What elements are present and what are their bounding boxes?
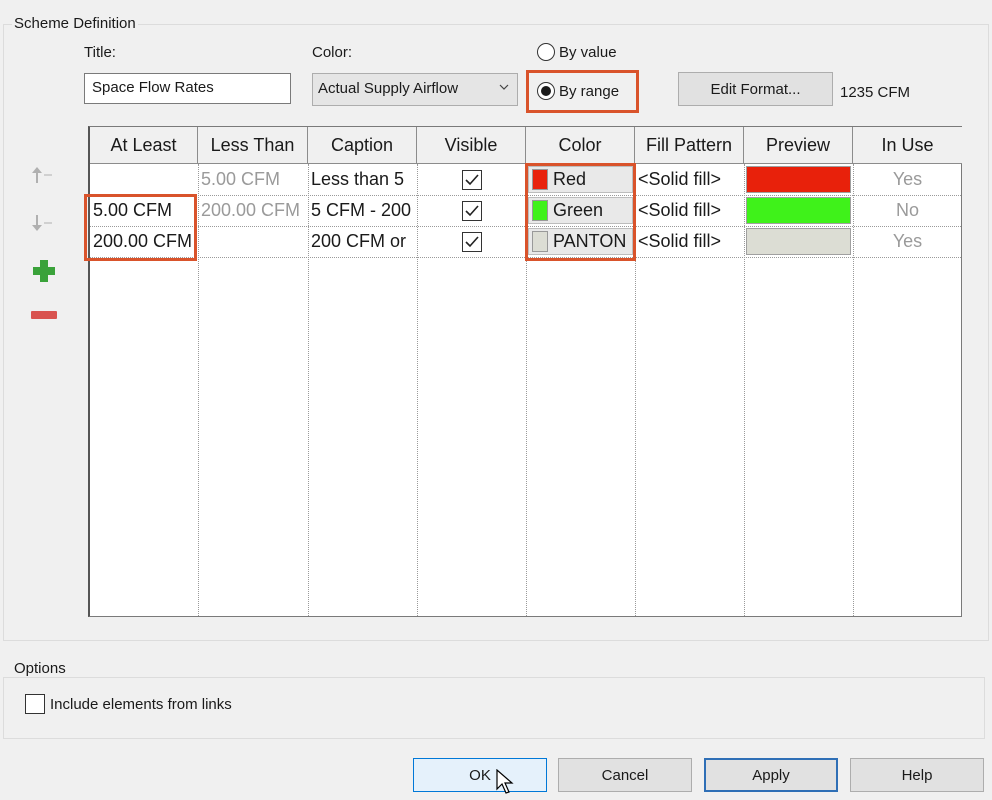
cell-visible: [417, 164, 526, 195]
cell-fill-pattern[interactable]: <Solid fill>: [635, 226, 744, 257]
color-button-panton[interactable]: PANTON: [528, 228, 633, 255]
cell-at-least[interactable]: 200.00 CFM: [90, 226, 198, 257]
by-value-radio-dot: [537, 43, 555, 61]
grid-line: [526, 164, 527, 616]
cell-in-use: Yes: [892, 169, 923, 189]
move-down-icon[interactable]: [28, 211, 60, 235]
cell-visible: [417, 226, 526, 257]
checkmark-icon: [464, 235, 479, 247]
grid-line: [744, 164, 745, 616]
by-value-radio[interactable]: By value: [537, 43, 617, 61]
preview-swatch: [746, 197, 851, 224]
color-button-green[interactable]: Green: [528, 197, 633, 224]
by-value-label: By value: [559, 43, 617, 61]
grid-line: [90, 257, 961, 258]
options-label: Options: [12, 660, 68, 677]
header-in-use[interactable]: In Use: [853, 127, 962, 164]
cell-at-least[interactable]: 5.00 CFM: [90, 195, 198, 226]
color-swatch: [532, 200, 548, 221]
header-preview[interactable]: Preview: [744, 127, 853, 164]
visible-checkbox[interactable]: [461, 169, 482, 190]
by-range-label: By range: [559, 82, 620, 100]
format-sample-text: 1235 CFM: [840, 84, 911, 101]
color-parameter-value: Actual Supply Airflow: [318, 80, 459, 97]
visible-checkbox[interactable]: [461, 231, 482, 252]
header-color[interactable]: Color: [526, 127, 635, 164]
checkmark-icon: [464, 173, 479, 185]
cell-caption[interactable]: Less than 5: [308, 164, 417, 195]
preview-swatch: [746, 228, 851, 255]
preview-swatch: [746, 166, 851, 193]
header-fill-pattern[interactable]: Fill Pattern: [635, 127, 744, 164]
edit-format-button[interactable]: Edit Format...: [678, 72, 833, 106]
range-table: At Least Less Than Caption Visible Color…: [88, 126, 962, 617]
cell-fill-pattern[interactable]: <Solid fill>: [635, 164, 744, 195]
by-range-radio[interactable]: By range: [537, 82, 619, 100]
cell-less-than: 200.00 CFM: [201, 200, 301, 220]
cell-visible: [417, 195, 526, 226]
color-swatch: [532, 169, 548, 190]
by-range-radio-dot: [537, 82, 555, 100]
header-caption[interactable]: Caption: [308, 127, 417, 164]
cell-caption[interactable]: 200 CFM or: [308, 226, 417, 257]
title-input[interactable]: Space Flow Rates: [84, 73, 291, 104]
mouse-cursor-icon: [496, 769, 514, 794]
header-at-least[interactable]: At Least: [90, 127, 198, 164]
cell-less-than: [198, 226, 308, 257]
checkmark-icon: [464, 204, 479, 216]
color-label: Color:: [312, 44, 353, 61]
include-links-label[interactable]: Include elements from links: [50, 696, 232, 713]
cell-in-use: No: [895, 200, 919, 220]
cell-fill-pattern[interactable]: <Solid fill>: [635, 195, 744, 226]
ok-button[interactable]: OK: [413, 758, 547, 794]
cell-in-use: Yes: [892, 231, 923, 251]
chevron-down-icon: [499, 84, 509, 90]
color-button-red[interactable]: Red: [528, 166, 633, 193]
color-name: Red: [553, 169, 587, 189]
move-up-icon[interactable]: [28, 163, 60, 187]
title-label: Title:: [84, 44, 116, 61]
header-less-than[interactable]: Less Than: [198, 127, 308, 164]
color-name: PANTON: [553, 231, 627, 251]
cell-less-than: 5.00 CFM: [201, 169, 281, 189]
cell-caption[interactable]: 5 CFM - 200: [308, 195, 417, 226]
visible-checkbox[interactable]: [461, 200, 482, 221]
apply-button[interactable]: Apply: [704, 758, 838, 792]
include-links-checkbox[interactable]: [25, 694, 45, 714]
color-name: Green: [553, 200, 604, 220]
header-visible[interactable]: Visible: [417, 127, 526, 164]
color-swatch: [532, 231, 548, 252]
add-icon[interactable]: [30, 257, 58, 285]
ok-label: OK: [469, 766, 491, 784]
cell-at-least[interactable]: [90, 164, 198, 195]
color-parameter-select[interactable]: Actual Supply Airflow: [312, 73, 518, 106]
help-button[interactable]: Help: [850, 758, 984, 792]
remove-icon[interactable]: [30, 305, 58, 325]
cancel-button[interactable]: Cancel: [558, 758, 692, 792]
scheme-definition-label: Scheme Definition: [12, 15, 138, 32]
